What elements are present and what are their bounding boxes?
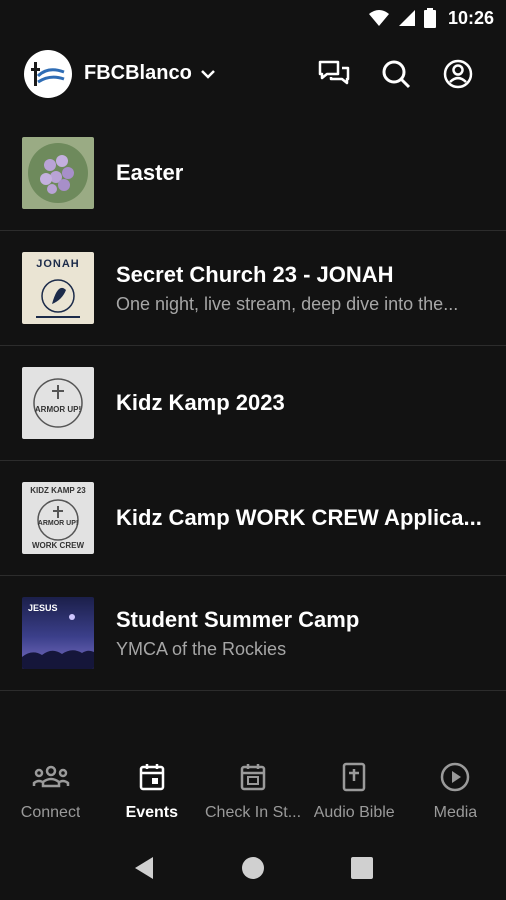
calendar-icon bbox=[139, 764, 165, 791]
tab-check-in[interactable]: Check In St... bbox=[202, 760, 303, 830]
bottom-tab-bar: Connect Events Check In St... Audio Bibl… bbox=[0, 760, 506, 830]
back-button[interactable] bbox=[124, 848, 164, 888]
event-row-secret-church[interactable]: JONAH Secret Church 23 - JONAH One night… bbox=[0, 231, 506, 346]
event-title: Secret Church 23 - JONAH bbox=[116, 261, 394, 287]
work-crew-thumbnail-text: WORK CREW bbox=[32, 541, 84, 550]
recents-square-icon bbox=[350, 857, 373, 879]
event-title: Kidz Camp WORK CREW Applica... bbox=[116, 505, 482, 530]
play-circle-icon bbox=[441, 762, 470, 792]
tab-connect[interactable]: Connect bbox=[0, 760, 101, 830]
chevron-down-icon bbox=[200, 69, 215, 79]
event-title: Kidz Kamp 2023 bbox=[116, 390, 285, 415]
tab-media[interactable]: Media bbox=[405, 760, 506, 830]
tab-label: Connect bbox=[20, 804, 81, 821]
back-triangle-icon bbox=[135, 857, 154, 879]
system-nav-bar bbox=[0, 836, 506, 900]
event-row-easter[interactable]: Easter bbox=[0, 116, 506, 231]
event-thumbnail-student-camp: JESUS bbox=[22, 597, 94, 669]
tab-label: Audio Bible bbox=[313, 804, 395, 821]
profile-button[interactable] bbox=[442, 58, 474, 90]
event-title: Easter bbox=[116, 160, 184, 185]
armor-thumbnail-text: ARMOR UP! bbox=[37, 520, 79, 527]
tab-label: Check In St... bbox=[204, 804, 302, 821]
home-circle-icon bbox=[241, 857, 264, 879]
event-subtitle: One night, live stream, deep dive into t… bbox=[116, 293, 459, 314]
account-circle-icon bbox=[443, 59, 473, 89]
battery-icon bbox=[423, 8, 436, 28]
concert-crowd-icon bbox=[22, 614, 94, 669]
tab-label: Media bbox=[433, 804, 478, 821]
event-row-student-camp[interactable]: JESUS Student Summer Camp YMCA of the Ro… bbox=[0, 576, 506, 691]
signal-icon bbox=[398, 10, 415, 26]
event-thumbnail-work-crew: KIDZ KAMP 23 ARMOR UP! WORK CREW bbox=[22, 482, 94, 554]
event-thumbnail-secret-church: JONAH bbox=[22, 252, 94, 324]
church-logo[interactable] bbox=[24, 50, 72, 98]
status-bar: 10:26 bbox=[0, 0, 506, 36]
logo-mark-icon bbox=[31, 62, 65, 86]
event-row-work-crew[interactable]: KIDZ KAMP 23 ARMOR UP! WORK CREW Kidz Ca… bbox=[0, 461, 506, 576]
bible-icon bbox=[342, 762, 366, 792]
tab-events[interactable]: Events bbox=[101, 760, 202, 830]
tab-audio-bible[interactable]: Audio Bible bbox=[304, 760, 405, 830]
wifi-icon bbox=[368, 10, 389, 26]
event-title: Student Summer Camp bbox=[116, 606, 360, 632]
church-switcher[interactable]: FBCBlanco bbox=[84, 62, 216, 85]
event-thumbnail-kidz-kamp: ARMOR UP! bbox=[22, 367, 94, 439]
event-list: Easter JONAH Secret Church 23 - JONAH On… bbox=[0, 116, 506, 691]
event-subtitle: YMCA of the Rockies bbox=[116, 638, 287, 659]
armor-thumbnail-text: ARMOR UP! bbox=[34, 405, 82, 414]
armor-badge-icon bbox=[33, 378, 83, 428]
people-icon bbox=[32, 765, 69, 788]
messages-button[interactable] bbox=[318, 58, 350, 90]
home-button[interactable] bbox=[233, 848, 273, 888]
clock: 10:26 bbox=[447, 7, 494, 28]
chat-icon bbox=[318, 60, 350, 85]
app-header: FBCBlanco bbox=[0, 44, 506, 104]
church-name: FBCBlanco bbox=[84, 62, 192, 84]
flowers-image-icon bbox=[28, 143, 88, 203]
event-row-kidz-kamp[interactable]: ARMOR UP! Kidz Kamp 2023 bbox=[0, 346, 506, 461]
recents-button[interactable] bbox=[342, 848, 382, 888]
search-icon bbox=[382, 60, 411, 89]
calendar-check-icon bbox=[240, 764, 266, 791]
search-button[interactable] bbox=[380, 58, 412, 90]
whale-image-icon bbox=[36, 279, 80, 318]
event-thumbnail-easter bbox=[22, 137, 94, 209]
tab-label: Events bbox=[125, 804, 179, 821]
